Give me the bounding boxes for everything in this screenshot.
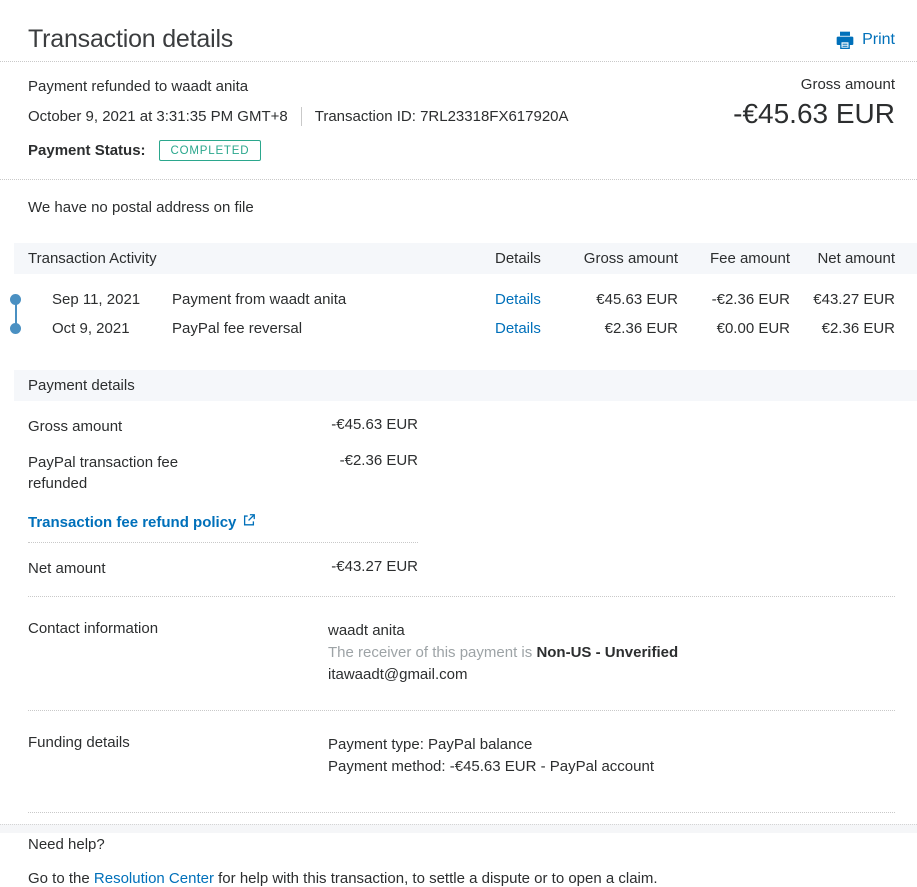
external-link-icon [242, 513, 256, 531]
column-fee-amount: Fee amount [709, 250, 790, 267]
footer-strip [0, 824, 917, 833]
contact-information-label: Contact information [28, 620, 159, 637]
fee-refunded-row: PayPal transaction fee refunded -€2.36 E… [0, 452, 917, 494]
page-title: Transaction details [28, 25, 234, 53]
transaction-fee-refund-policy-link[interactable]: Transaction fee refund policy [28, 513, 256, 531]
details-link[interactable]: Details [495, 320, 560, 337]
gross-amount-summary: Gross amount -€45.63 EUR [733, 76, 895, 130]
payment-method: Payment method: -€45.63 EUR - PayPal acc… [328, 758, 655, 775]
status-badge: COMPLETED [158, 140, 262, 161]
transaction-summary: Payment refunded to waadt anita October … [0, 62, 917, 180]
column-gross-amount: Gross amount [583, 250, 678, 267]
transaction-activity-header: Transaction Activity Details Gross amoun… [14, 243, 917, 274]
payment-details-title: Payment details [28, 377, 135, 394]
print-icon [835, 30, 855, 50]
print-button[interactable]: Print [835, 30, 895, 50]
row-label: PayPal transaction fee refunded [28, 454, 179, 492]
activity-rows: Sep 11, 2021 Payment from waadt anita De… [0, 285, 917, 343]
policy-link-label: Transaction fee refund policy [28, 513, 237, 531]
transaction-id: Transaction ID: 7RL23318FX617920A [314, 108, 569, 125]
row-label: Net amount [28, 560, 106, 577]
row-fee: €0.00 EUR [716, 320, 790, 337]
row-date: Sep 11, 2021 [52, 291, 141, 308]
receiver-status: Non-US - Unverified [536, 644, 679, 661]
contact-name: waadt anita [328, 622, 405, 639]
divider [28, 596, 895, 597]
contact-information-section: Contact information waadt anita The rece… [0, 620, 917, 686]
gross-amount-value: -€45.63 EUR [733, 98, 895, 129]
net-amount-row: Net amount -€43.27 EUR [0, 558, 917, 579]
receiver-status-line: The receiver of this payment is Non-US -… [328, 644, 679, 661]
row-label: Gross amount [28, 418, 123, 435]
divider [28, 542, 418, 543]
payment-status-label: Payment Status: [28, 142, 146, 159]
gross-amount-row: Gross amount -€45.63 EUR [0, 416, 917, 437]
row-net: €2.36 EUR [821, 320, 895, 337]
page-header: Transaction details Print [0, 0, 917, 62]
column-details: Details [495, 250, 541, 267]
help-title: Need help? [28, 836, 105, 853]
funding-details-label: Funding details [28, 734, 130, 751]
timeline-dot [10, 323, 21, 334]
row-value: -€43.27 EUR [331, 558, 418, 575]
details-link[interactable]: Details [495, 291, 560, 308]
funding-details-section: Funding details Payment type: PayPal bal… [0, 734, 917, 778]
activity-title: Transaction Activity [28, 250, 157, 267]
postal-address-note: We have no postal address on file [28, 199, 254, 216]
column-net-amount: Net amount [817, 250, 895, 267]
row-value: -€45.63 EUR [331, 416, 418, 433]
divider [28, 710, 895, 711]
table-row: Sep 11, 2021 Payment from waadt anita De… [0, 285, 917, 314]
payment-details-header: Payment details [14, 370, 917, 401]
resolution-center-link[interactable]: Resolution Center [94, 870, 214, 887]
gross-amount-label: Gross amount [800, 76, 895, 93]
contact-email: itawaadt@gmail.com [328, 666, 468, 683]
row-fee: -€2.36 EUR [711, 291, 790, 308]
table-row: Oct 9, 2021 PayPal fee reversal Details … [0, 314, 917, 343]
row-date: Oct 9, 2021 [52, 320, 130, 337]
print-label: Print [862, 30, 895, 48]
payment-type: Payment type: PayPal balance [328, 736, 533, 753]
vertical-divider [300, 107, 302, 126]
row-net: €43.27 EUR [813, 291, 895, 308]
help-text: Go to the Resolution Center for help wit… [28, 870, 658, 887]
row-description: PayPal fee reversal [172, 320, 303, 337]
timeline-dot [10, 294, 21, 305]
row-gross: €45.63 EUR [596, 291, 678, 308]
row-description: Payment from waadt anita [172, 291, 347, 308]
row-value: -€2.36 EUR [339, 452, 418, 469]
transaction-date: October 9, 2021 at 3:31:35 PM GMT+8 [28, 108, 288, 125]
row-gross: €2.36 EUR [604, 320, 678, 337]
